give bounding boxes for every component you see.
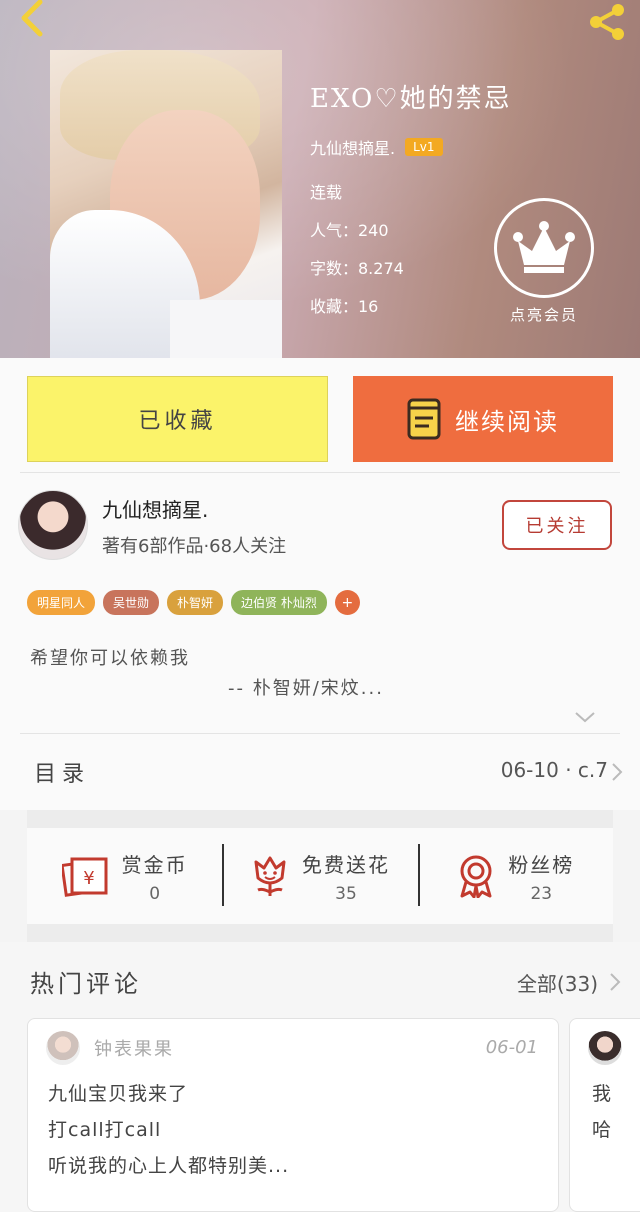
reward-bar: ¥ 赏金币 0 免费送花 35 粉丝榜 23 <box>27 828 613 924</box>
send-flower-button[interactable]: 免费送花 35 <box>222 828 417 924</box>
comment-date: 06-01 <box>485 1037 538 1058</box>
book-title: EXO♡她的禁忌 <box>310 84 512 114</box>
continue-reading-label: 继续阅读 <box>455 407 559 436</box>
share-button[interactable] <box>584 2 630 42</box>
author-card: 九仙想摘星. 著有6部作品·68人关注 已关注 明星同人 吴世勋 朴智妍 边伯贤… <box>0 472 640 734</box>
book-info: EXO♡她的禁忌 九仙想摘星. Lv1 连载 人气：240 字数：8.274 收… <box>310 78 512 317</box>
vip-button[interactable]: 点亮会员 <box>494 198 594 325</box>
medal-icon <box>460 855 492 898</box>
book-intro-signature: -- 朴智妍/宋炆... <box>228 678 384 699</box>
reward-count: 23 <box>530 883 553 904</box>
book-status: 连载 <box>310 183 343 202</box>
comment-card[interactable]: 钟表果果 06-01 九仙宝贝我来了 打call打call 听说我的心上人都特别… <box>27 1018 559 1212</box>
share-icon <box>590 4 624 40</box>
latest-chapter: 06-10 · c.7 <box>500 758 608 782</box>
comment-text-line: 打call打call <box>48 1119 162 1141</box>
tag-item[interactable]: 吴世勋 <box>103 590 160 615</box>
catalog-title: 目录 <box>34 762 91 787</box>
divider <box>20 472 620 473</box>
action-bar: 已收藏 继续阅读 <box>0 358 640 472</box>
tag-item[interactable]: 明星同人 <box>27 590 96 615</box>
follow-button[interactable]: 已关注 <box>502 500 612 550</box>
book-favorites: 收藏：16 <box>310 297 379 316</box>
flower-icon <box>254 856 286 896</box>
collected-label: 已收藏 <box>138 409 217 434</box>
expand-intro-button[interactable] <box>573 708 597 726</box>
back-button[interactable] <box>14 0 54 40</box>
svg-text:¥: ¥ <box>83 868 94 889</box>
section-spacer <box>27 924 613 942</box>
level-badge: Lv1 <box>405 138 443 156</box>
continue-reading-button[interactable]: 继续阅读 <box>353 376 613 462</box>
chevron-right-icon <box>610 973 621 991</box>
catalog-row[interactable]: 目录 06-10 · c.7 <box>0 734 640 810</box>
commenter-avatar[interactable] <box>46 1031 80 1065</box>
comments-title: 热门评论 <box>30 970 142 998</box>
book-header: EXO♡她的禁忌 九仙想摘星. Lv1 连载 人气：240 字数：8.274 收… <box>0 0 640 358</box>
reward-label: 免费送花 <box>301 852 390 877</box>
reward-count: 0 <box>149 883 161 904</box>
book-popularity: 人气：240 <box>310 221 389 240</box>
author-name[interactable]: 九仙想摘星. <box>102 494 208 523</box>
commenter-avatar[interactable] <box>588 1031 622 1065</box>
more-tags-button[interactable]: + <box>334 590 360 615</box>
chevron-right-icon <box>612 763 623 781</box>
comment-text-line: 九仙宝贝我来了 <box>48 1083 189 1105</box>
comment-card[interactable]: 我 哈 <box>569 1018 640 1212</box>
commenter-name[interactable]: 钟表果果 <box>94 1035 174 1061</box>
book-word-count: 字数：8.274 <box>310 259 404 278</box>
back-arrow-icon <box>21 0 43 37</box>
comment-text-line: 听说我的心上人都特别美... <box>48 1155 290 1177</box>
red-envelope-icon: ¥ <box>61 857 108 897</box>
hot-comments-section: 热门评论 全部(33) 钟表果果 06-01 九仙宝贝我来了 打call打cal… <box>0 942 640 1212</box>
comment-text-line: 哈 <box>592 1119 612 1141</box>
tag-list: 明星同人 吴世勋 朴智妍 边伯贤 朴灿烈 + <box>27 590 360 615</box>
section-spacer <box>27 810 613 828</box>
fan-ranking-button[interactable]: 粉丝榜 23 <box>417 828 613 924</box>
reward-label: 赏金币 <box>121 852 188 877</box>
follow-label: 已关注 <box>525 516 589 537</box>
book-cover-image[interactable] <box>50 50 282 358</box>
author-stats: 著有6部作品·68人关注 <box>102 536 287 557</box>
reward-coins-button[interactable]: ¥ 赏金币 0 <box>27 828 222 924</box>
book-icon <box>407 398 441 440</box>
author-avatar[interactable] <box>18 490 88 560</box>
vip-label: 点亮会员 <box>509 306 578 324</box>
crown-icon <box>513 221 575 273</box>
all-comments-link[interactable]: 全部(33) <box>517 968 598 997</box>
book-intro: 希望你可以依赖我 <box>30 648 190 669</box>
tag-item[interactable]: 朴智妍 <box>167 590 224 615</box>
comment-text-line: 我 <box>592 1083 612 1105</box>
reward-label: 粉丝榜 <box>508 852 575 877</box>
reward-count: 35 <box>335 883 357 904</box>
chevron-down-icon <box>575 712 595 723</box>
tag-item[interactable]: 边伯贤 朴灿烈 <box>231 590 327 615</box>
collected-button[interactable]: 已收藏 <box>27 376 328 462</box>
book-author[interactable]: 九仙想摘星. <box>310 135 395 159</box>
